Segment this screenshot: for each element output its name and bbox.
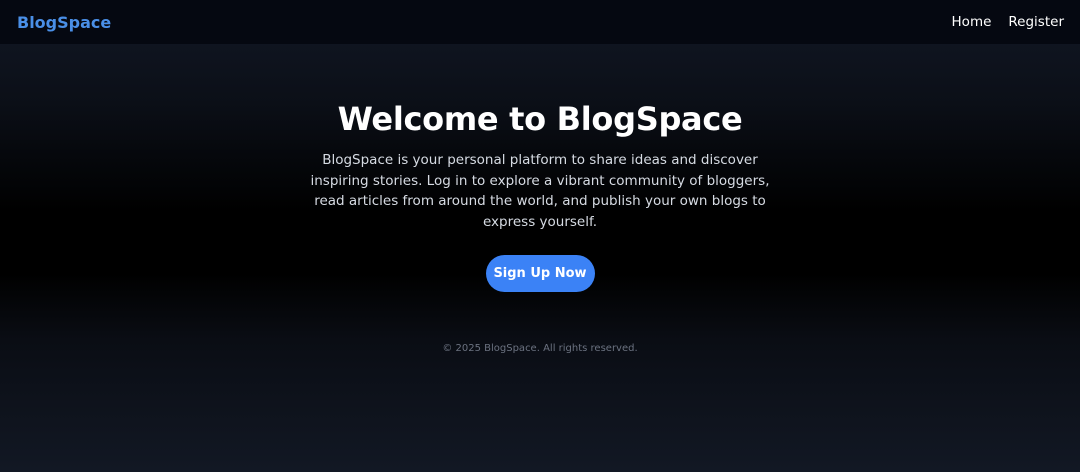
hero-title: Welcome to BlogSpace xyxy=(337,100,743,138)
nav-link-home[interactable]: Home xyxy=(952,14,992,30)
nav-links: Home Register xyxy=(952,14,1064,30)
brand-logo-link[interactable]: BlogSpace xyxy=(17,13,111,32)
footer: © 2025 BlogSpace. All rights reserved. xyxy=(0,343,1080,354)
hero-description: BlogSpace is your personal platform to s… xyxy=(310,152,770,230)
hero-section: Welcome to BlogSpace BlogSpace is your p… xyxy=(0,96,1080,292)
sign-up-button[interactable]: Sign Up Now xyxy=(485,255,595,292)
navbar: BlogSpace Home Register xyxy=(0,0,1080,44)
nav-link-register[interactable]: Register xyxy=(1008,14,1064,30)
copyright-text: © 2025 BlogSpace. All rights reserved. xyxy=(442,343,638,354)
